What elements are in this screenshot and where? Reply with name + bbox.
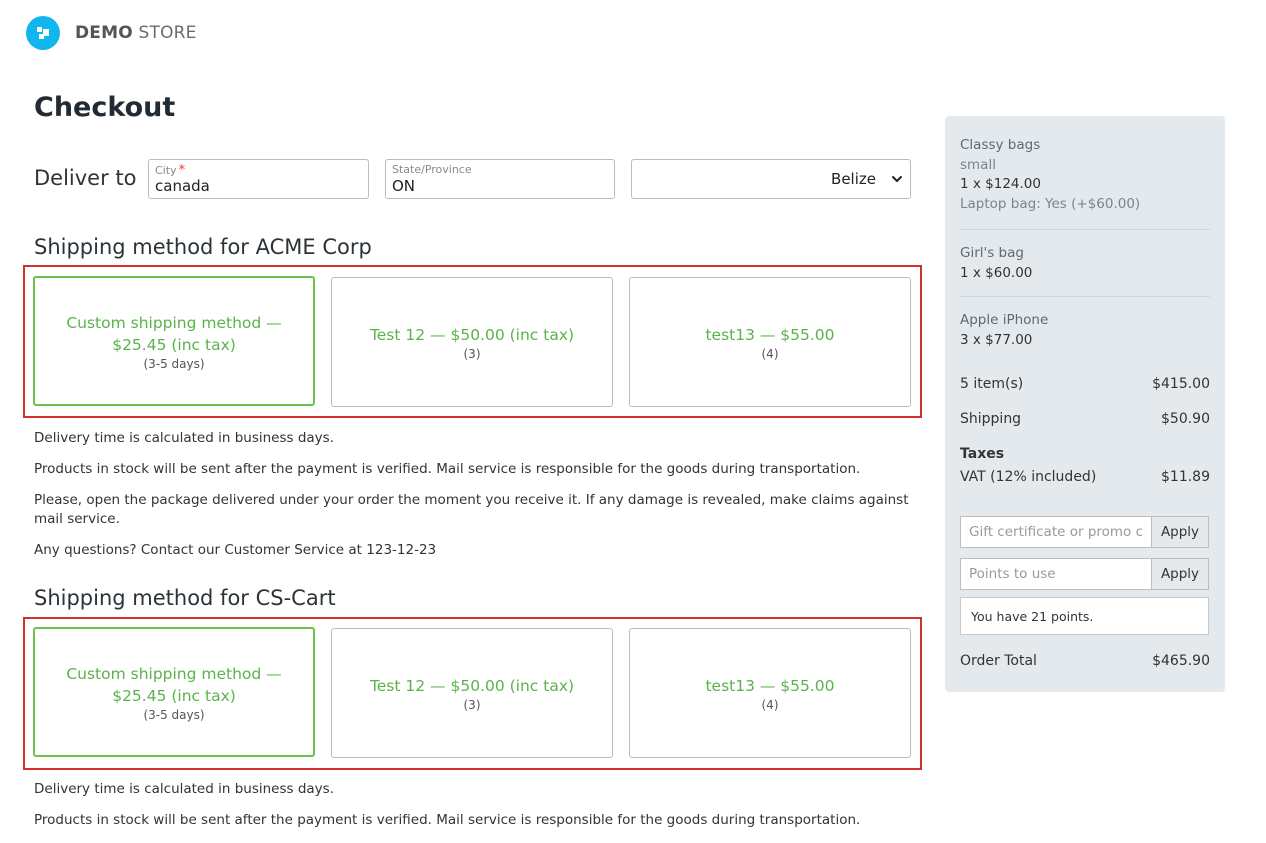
shipping-section-title: Shipping method for CS-Cart — [34, 586, 336, 610]
divider — [960, 296, 1210, 297]
product-option: small — [960, 156, 996, 173]
summary-items-row: 5 item(s) $415.00 — [960, 376, 1210, 392]
shipping-option-test13[interactable]: test13 — $55.00 (4) — [629, 277, 911, 407]
order-summary: Classy bags small 1 x $124.00 Laptop bag… — [945, 116, 1225, 692]
points-input[interactable] — [960, 558, 1151, 590]
apply-points-button[interactable]: Apply — [1151, 558, 1209, 590]
vat-label: VAT (12% included) — [960, 469, 1097, 485]
items-subtotal: $415.00 — [1152, 376, 1210, 392]
product-name[interactable]: Girl's bag — [960, 244, 1032, 264]
shipping-option-desc: (4) — [761, 346, 779, 361]
shipping-label: Shipping — [960, 411, 1022, 427]
shipping-option-desc: (4) — [761, 697, 779, 712]
summary-shipping-row: Shipping $50.90 — [960, 411, 1210, 427]
shipping-option-desc: (3-5 days) — [143, 707, 205, 722]
order-total-row: Order Total $465.90 — [960, 653, 1210, 669]
shipping-section-title: Shipping method for ACME Corp — [34, 235, 372, 259]
shipping-option-test12[interactable]: Test 12 — $50.00 (inc tax) (3) — [331, 277, 613, 407]
product-name[interactable]: Classy bags — [960, 136, 1140, 156]
shipping-info-text: Any questions? Contact our Customer Serv… — [34, 542, 437, 558]
city-field[interactable]: City * canada — [148, 159, 369, 199]
state-field-label: State/Province — [392, 163, 472, 176]
product-qty-price: 1 x $124.00 — [960, 176, 1041, 192]
items-count: 5 item(s) — [960, 376, 1024, 392]
divider — [960, 229, 1210, 230]
shipping-option-name: Custom shipping method — $25.45 (inc tax… — [66, 664, 282, 705]
shipping-option-name: Test 12 — $50.00 (inc tax) — [369, 676, 575, 695]
product-addon: Laptop bag: Yes (+$60.00) — [960, 195, 1141, 212]
summary-product: Apple iPhone 3 x $77.00 — [960, 311, 1048, 350]
logo-text: DEMO STORE — [75, 23, 197, 43]
shipping-option-test12[interactable]: Test 12 — $50.00 (inc tax) (3) — [331, 628, 613, 758]
shipping-option-name: test13 — $55.00 — [705, 325, 835, 344]
shipping-option-name: Custom shipping method — $25.45 (inc tax… — [66, 313, 282, 354]
logo-mark-icon — [26, 16, 60, 50]
shipping-option-desc: (3) — [463, 346, 481, 361]
shipping-option-name: Test 12 — $50.00 (inc tax) — [369, 325, 575, 344]
shipping-info-text: Delivery time is calculated in business … — [34, 430, 334, 446]
points-balance-note: You have 21 points. — [960, 597, 1209, 635]
shipping-option-test13[interactable]: test13 — $55.00 (4) — [629, 628, 911, 758]
summary-vat-row: VAT (12% included) $11.89 — [960, 469, 1210, 485]
product-name[interactable]: Apple iPhone — [960, 311, 1048, 331]
order-total-value: $465.90 — [1152, 653, 1210, 669]
country-value: Belize — [831, 170, 876, 188]
apply-promo-button[interactable]: Apply — [1151, 516, 1209, 548]
store-logo[interactable]: DEMO STORE — [26, 16, 197, 50]
shipping-info-text: Please, open the package delivered under… — [34, 492, 909, 527]
taxes-heading: Taxes — [960, 446, 1005, 462]
shipping-option-custom[interactable]: Custom shipping method — $25.45 (inc tax… — [33, 276, 315, 406]
shipping-cost: $50.90 — [1161, 411, 1210, 427]
shipping-option-desc: (3) — [463, 697, 481, 712]
state-value: ON — [392, 177, 416, 195]
product-qty-price: 1 x $60.00 — [960, 264, 1033, 281]
shipping-option-name: test13 — $55.00 — [705, 676, 835, 695]
city-value: canada — [155, 177, 210, 195]
shipping-option-custom[interactable]: Custom shipping method — $25.45 (inc tax… — [33, 627, 315, 757]
order-total-label: Order Total — [960, 653, 1037, 669]
product-qty-price: 3 x $77.00 — [960, 331, 1033, 348]
shipping-info-text: Products in stock will be sent after the… — [34, 812, 861, 828]
required-marker: * — [178, 163, 186, 178]
summary-product: Girl's bag 1 x $60.00 — [960, 244, 1032, 283]
state-field[interactable]: State/Province ON — [385, 159, 615, 199]
shipping-info-text: Delivery time is calculated in business … — [34, 781, 334, 797]
shipping-option-desc: (3-5 days) — [143, 356, 205, 371]
vat-value: $11.89 — [1161, 469, 1210, 485]
promo-code-input[interactable] — [960, 516, 1151, 548]
shipping-info-text: Products in stock will be sent after the… — [34, 461, 861, 477]
chevron-down-icon — [892, 176, 902, 182]
summary-product: Classy bags small 1 x $124.00 Laptop bag… — [960, 136, 1140, 214]
country-select[interactable]: Belize — [631, 159, 911, 199]
promo-code-form: Apply — [960, 516, 1209, 548]
page-title: Checkout — [34, 92, 176, 123]
points-form: Apply — [960, 558, 1209, 590]
deliver-to-label: Deliver to — [34, 166, 137, 190]
city-field-label: City * — [155, 163, 186, 178]
